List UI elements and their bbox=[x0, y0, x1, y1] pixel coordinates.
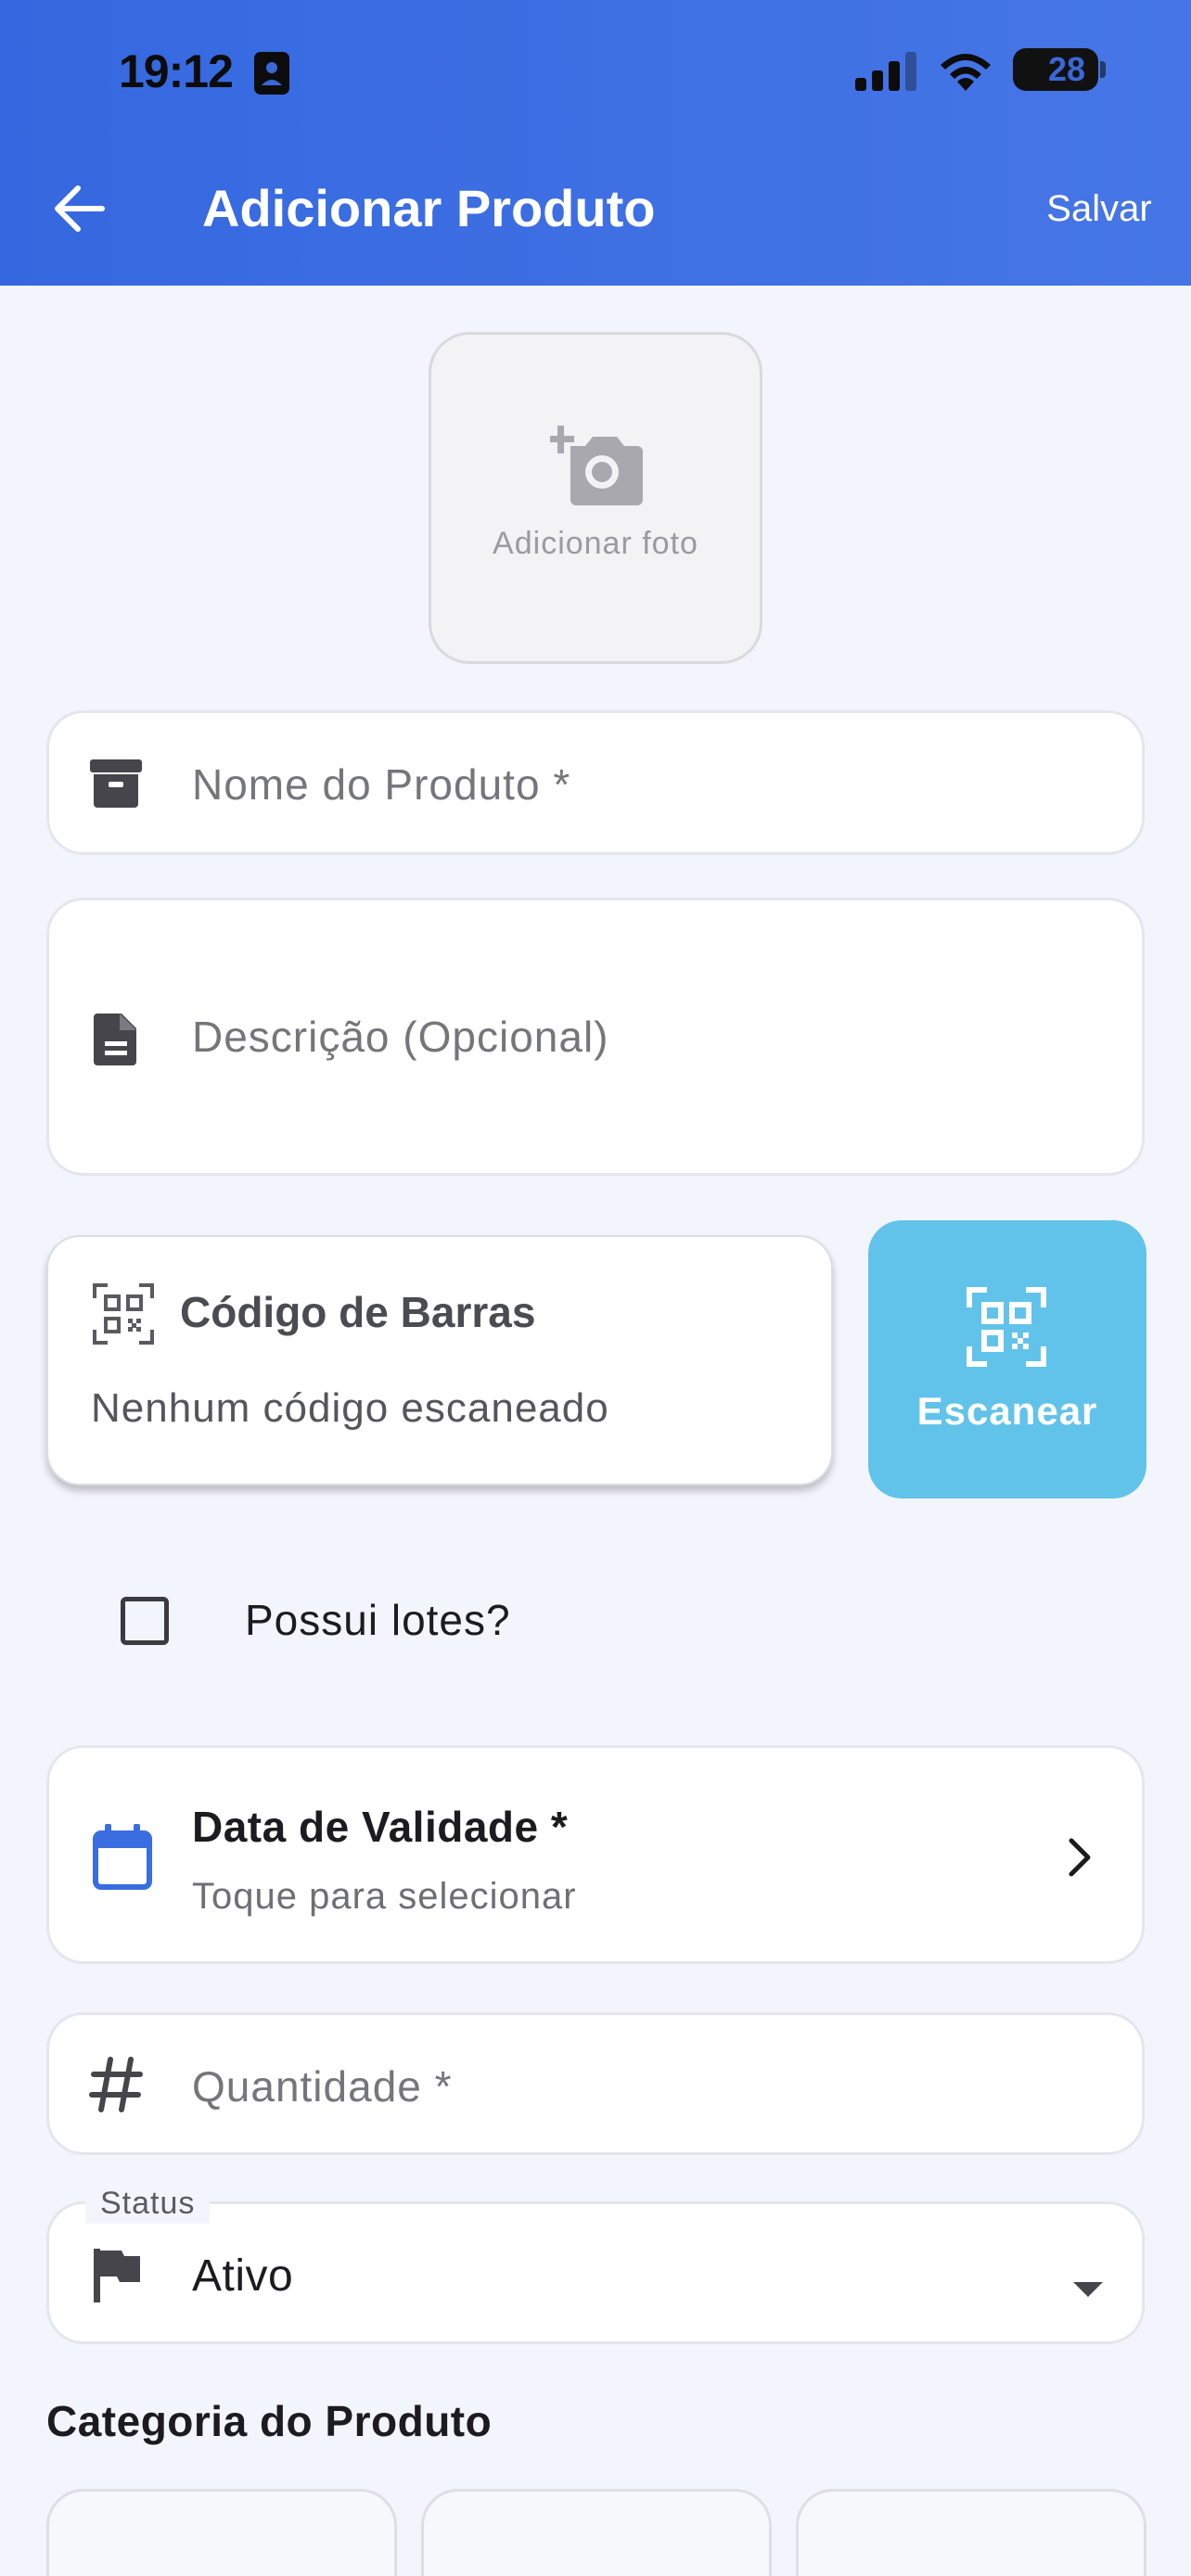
chevron-right-icon bbox=[1069, 1838, 1091, 1877]
barcode-title: Código de Barras bbox=[180, 1288, 536, 1336]
scan-button[interactable]: Escanear bbox=[868, 1220, 1146, 1498]
category-option[interactable] bbox=[796, 2489, 1146, 2576]
calendar-icon bbox=[93, 1824, 152, 1890]
description-field[interactable]: Descrição (Opcional) bbox=[46, 898, 1145, 1176]
dropdown-arrow-icon bbox=[1073, 2282, 1103, 2297]
scan-label: Escanear bbox=[916, 1389, 1098, 1433]
battery-level: 28 bbox=[1047, 50, 1086, 88]
qr-code-icon bbox=[93, 1283, 154, 1345]
expiry-date-hint: Toque para selecionar bbox=[192, 1876, 577, 1917]
category-option[interactable] bbox=[46, 2489, 397, 2576]
product-name-placeholder: Nome do Produto * bbox=[192, 760, 571, 809]
add-camera-icon bbox=[550, 426, 643, 505]
has-lots-checkbox[interactable] bbox=[121, 1597, 169, 1645]
hash-icon bbox=[89, 2057, 143, 2112]
cellular-signal-icon bbox=[855, 52, 916, 91]
barcode-status: Nenhum código escaneado bbox=[91, 1385, 609, 1431]
qr-scan-icon bbox=[967, 1287, 1046, 1367]
barcode-card: Código de Barras Nenhum código escaneado bbox=[46, 1235, 833, 1486]
quantity-field[interactable]: Quantidade * bbox=[46, 2012, 1145, 2155]
expiry-date-field[interactable]: Data de Validade * Toque para selecionar bbox=[46, 1745, 1145, 1964]
category-option[interactable] bbox=[421, 2489, 772, 2576]
add-photo-label: Adicionar foto bbox=[493, 526, 698, 561]
battery-tip bbox=[1100, 61, 1106, 78]
page-title: Adicionar Produto bbox=[202, 179, 656, 237]
product-name-field[interactable]: Nome do Produto * bbox=[46, 710, 1145, 855]
archive-icon bbox=[90, 759, 142, 808]
has-lots-label[interactable]: Possui lotes? bbox=[245, 1595, 511, 1645]
status-time: 19:12 bbox=[119, 45, 234, 97]
status-value: Ativo bbox=[192, 2251, 294, 2301]
category-title: Categoria do Produto bbox=[46, 2397, 493, 2445]
status-legend: Status bbox=[85, 2183, 211, 2224]
expiry-date-title: Data de Validade * bbox=[192, 1803, 569, 1851]
person-badge-icon bbox=[254, 52, 289, 95]
wifi-icon bbox=[941, 54, 991, 91]
add-photo-button[interactable]: Adicionar foto bbox=[429, 332, 762, 664]
back-arrow-icon[interactable] bbox=[46, 176, 111, 241]
flag-icon bbox=[94, 2249, 140, 2302]
app-header: 19:12 28 Adicionar Produto Salvar bbox=[0, 0, 1191, 286]
description-placeholder: Descrição (Opcional) bbox=[192, 1013, 609, 1061]
save-button[interactable]: Salvar bbox=[1020, 176, 1178, 241]
quantity-placeholder: Quantidade * bbox=[192, 2062, 453, 2111]
document-icon bbox=[94, 1014, 136, 1065]
status-dropdown[interactable]: Ativo bbox=[46, 2201, 1145, 2344]
